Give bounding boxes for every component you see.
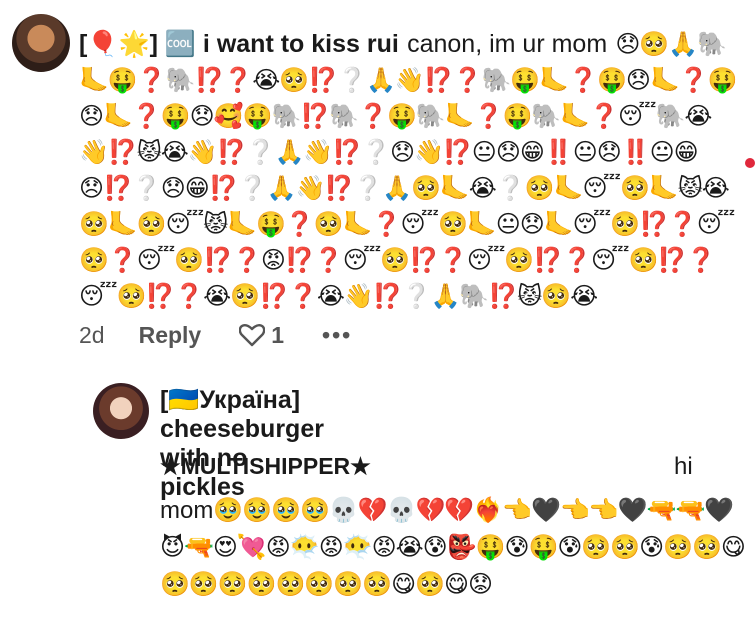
comment-emojis: 🥹🥹🥹🥹💀💔💀💔💔❤️‍🔥👈🖤👈👈🖤🔫🔫🖤😈🔫😍💘😡😶‍🌫️😡😶‍🌫️😡😭😰👺🤑… [160,496,746,598]
comment-author[interactable]: [🎈🌟] 🆒 i want to kiss rui [79,30,399,58]
comment-timestamp: 2d [79,321,105,348]
comment-body: mom🥹🥹🥹🥹💀💔💀💔💔❤️‍🔥👈🖤👈👈🖤🔫🔫🖤😈🔫😍💘😡😶‍🌫️😡😶‍🌫️😡😭… [160,492,746,603]
comment-text: canon, im ur mom [407,30,608,58]
reply-button[interactable]: Reply [139,322,202,349]
notification-dot [745,158,755,168]
comment-text: mom [160,497,214,524]
like-button[interactable]: 1 [239,322,284,349]
comment-author[interactable]: [🇺🇦Україна] cheeseburger with no pickles [160,386,324,502]
comment-body: [🎈🌟] 🆒 i want to kiss rui canon, im ur m… [79,26,741,314]
comment-actions: 2d Reply 1 ••• [79,318,352,352]
like-count: 1 [271,321,285,348]
comment-tag-text: ★MULTISHIPPER★ [160,453,371,479]
comment-emojis: 😞🥺🙏🐘🦶🤑❓🐘⁉️❓😭🥺⁉️❔🙏👋⁉️❓🐘🤑🦶❓🤑😞🦶❓🤑😞🦶❓🤑😞🥰🤑🐘⁉️… [79,30,738,310]
more-options-button[interactable]: ••• [322,322,352,349]
avatar[interactable] [12,14,70,72]
comment-greeting-text: hi [674,453,693,480]
avatar[interactable] [93,383,149,439]
heart-icon [239,324,266,347]
